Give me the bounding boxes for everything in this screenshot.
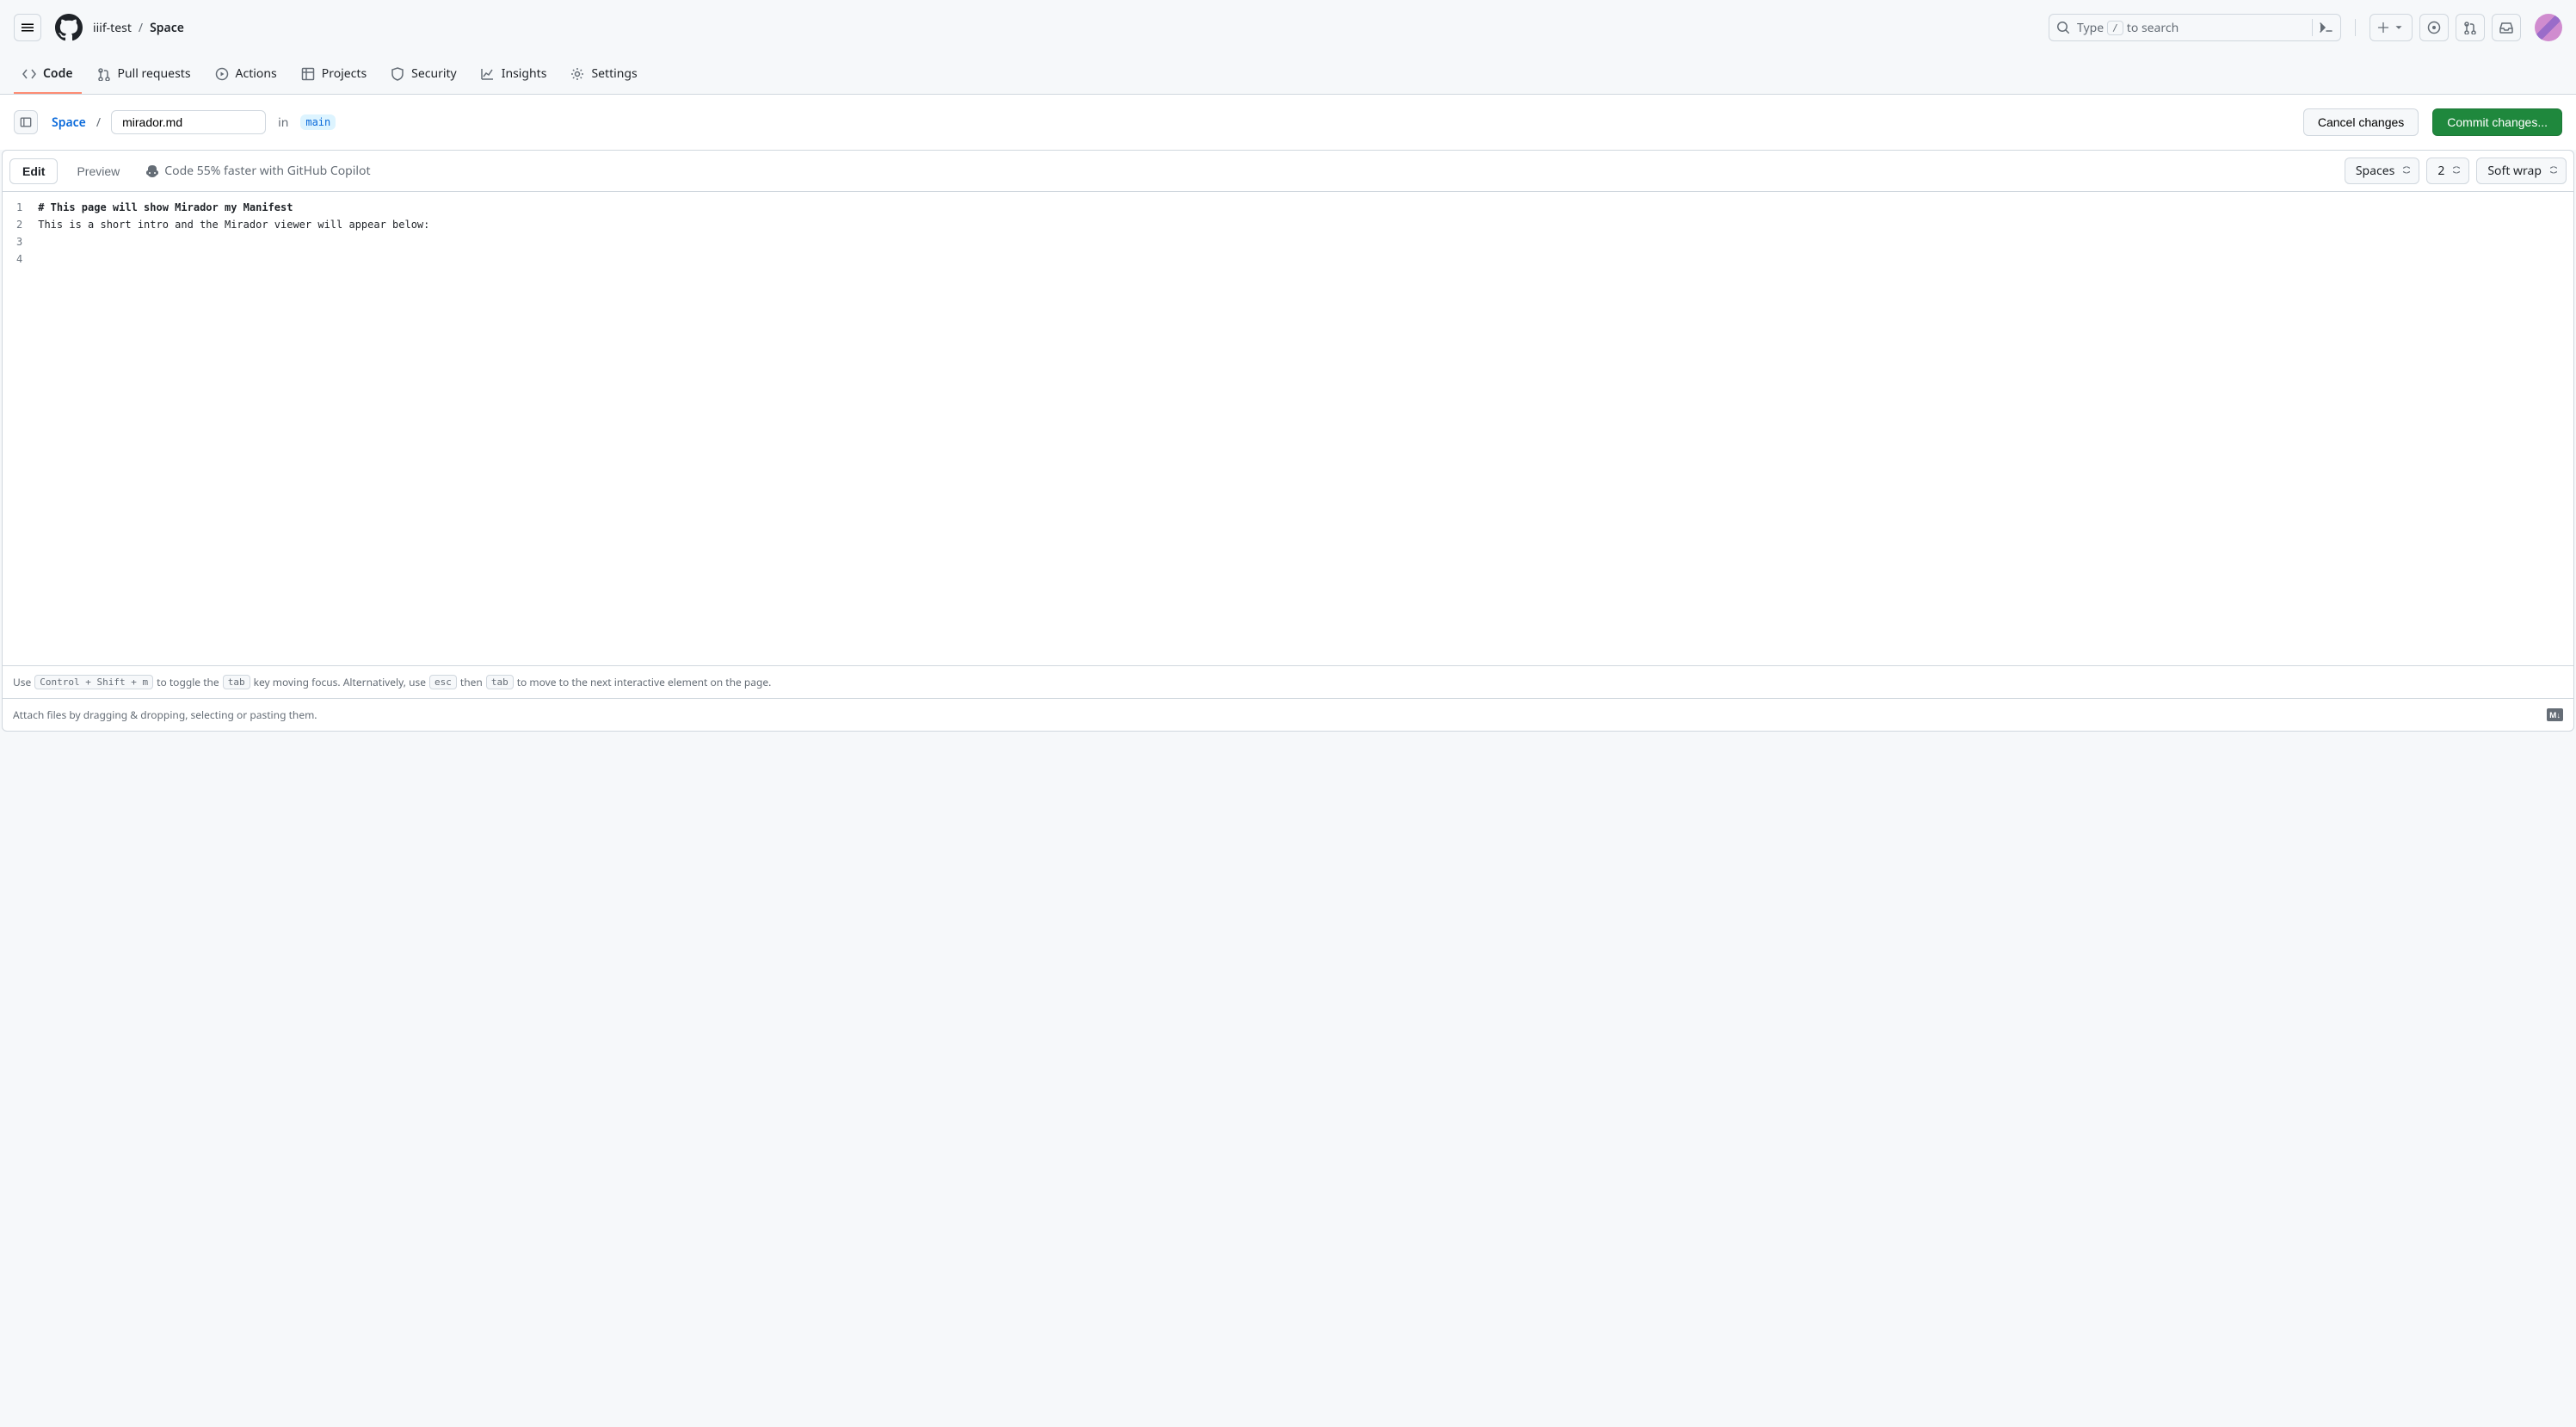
- search-placeholder: Type / to search: [2077, 20, 2179, 36]
- nav-pull-label: Pull requests: [118, 65, 191, 82]
- breadcrumb: iiif-test / Space: [93, 20, 184, 36]
- line-number: 2: [16, 216, 22, 233]
- gear-icon: [570, 67, 584, 81]
- notifications-button[interactable]: [2492, 14, 2521, 41]
- line-number: 3: [16, 233, 22, 250]
- shield-icon: [391, 67, 404, 81]
- code-editor[interactable]: 1 2 3 4 # This page will show Mirador my…: [3, 192, 2573, 665]
- keyboard-hints: Use Control + Shift + m to toggle the ta…: [3, 665, 2573, 698]
- table-icon: [301, 67, 315, 81]
- editor-toolbar: Edit Preview Code 55% faster with GitHub…: [3, 151, 2573, 192]
- branch-badge[interactable]: main: [300, 114, 336, 130]
- nav-code[interactable]: Code: [14, 55, 82, 94]
- mark-github-icon: [55, 14, 83, 41]
- breadcrumb-repo-link[interactable]: Space: [150, 20, 184, 36]
- cancel-changes-button[interactable]: Cancel changes: [2303, 108, 2419, 136]
- three-bars-icon: [21, 21, 34, 34]
- play-icon: [215, 67, 229, 81]
- global-search[interactable]: Type / to search: [2049, 14, 2341, 41]
- command-palette-icon: [2320, 21, 2333, 34]
- attach-files-area[interactable]: Attach files by dragging & dropping, sel…: [3, 698, 2573, 731]
- tab-edit[interactable]: Edit: [9, 158, 58, 184]
- kbd-tab: tab: [486, 675, 514, 689]
- filename-input[interactable]: [111, 110, 266, 134]
- commit-changes-button[interactable]: Commit changes...: [2432, 108, 2562, 136]
- command-palette-button[interactable]: [2312, 19, 2333, 36]
- header-divider: [2355, 19, 2356, 36]
- breadcrumb-separator: /: [139, 20, 143, 36]
- kbd-tab: tab: [223, 675, 250, 689]
- nav-insights[interactable]: Insights: [472, 55, 556, 94]
- github-logo[interactable]: [55, 14, 83, 41]
- search-icon: [2056, 21, 2070, 34]
- copilot-hint-label: Code 55% faster with GitHub Copilot: [164, 163, 370, 179]
- nav-projects-label: Projects: [322, 65, 367, 82]
- code-content[interactable]: # This page will show Mirador my Manifes…: [38, 192, 2573, 665]
- line-number: 1: [16, 199, 22, 216]
- git-pull-request-icon: [2463, 21, 2477, 34]
- indent-size-select[interactable]: 2: [2426, 158, 2469, 184]
- nav-settings-label: Settings: [591, 65, 637, 82]
- nav-security[interactable]: Security: [382, 55, 465, 94]
- wrap-select[interactable]: Soft wrap: [2476, 158, 2567, 184]
- code-line: This is a short intro and the Mirador vi…: [38, 216, 2573, 233]
- copilot-hint[interactable]: Code 55% faster with GitHub Copilot: [145, 163, 370, 179]
- pull-requests-button[interactable]: [2456, 14, 2485, 41]
- path-separator: /: [96, 114, 101, 131]
- user-avatar[interactable]: [2535, 14, 2562, 41]
- git-pull-request-icon: [97, 67, 111, 81]
- nav-insights-label: Insights: [502, 65, 547, 82]
- markdown-icon[interactable]: M↓: [2547, 708, 2563, 721]
- nav-code-label: Code: [43, 65, 73, 82]
- file-path-header: Space / in main Cancel changes Commit ch…: [0, 95, 2576, 150]
- nav-actions-label: Actions: [236, 65, 277, 82]
- indent-mode-select[interactable]: Spaces: [2345, 158, 2419, 184]
- repo-nav: Code Pull requests Actions Projects Secu…: [0, 55, 2576, 95]
- sidebar-collapse-icon: [20, 116, 32, 128]
- nav-projects[interactable]: Projects: [293, 55, 375, 94]
- nav-security-label: Security: [411, 65, 457, 82]
- breadcrumb-owner-link[interactable]: iiif-test: [93, 20, 132, 36]
- plus-icon: [2377, 22, 2389, 34]
- side-panel-toggle[interactable]: [14, 110, 38, 134]
- nav-settings[interactable]: Settings: [562, 55, 645, 94]
- kbd-esc: esc: [429, 675, 457, 689]
- attach-text: Attach files by dragging & dropping, sel…: [13, 707, 317, 722]
- tab-preview[interactable]: Preview: [65, 159, 132, 183]
- nav-actions[interactable]: Actions: [206, 55, 286, 94]
- in-text: in: [278, 114, 288, 131]
- line-number: 4: [16, 250, 22, 268]
- global-header: iiif-test / Space Type / to search: [0, 0, 2576, 55]
- copilot-icon: [145, 164, 159, 178]
- create-new-button[interactable]: [2370, 14, 2413, 41]
- nav-pull-requests[interactable]: Pull requests: [89, 55, 200, 94]
- line-number-gutter: 1 2 3 4: [3, 192, 38, 665]
- issue-opened-icon: [2427, 21, 2441, 34]
- graph-icon: [481, 67, 495, 81]
- editor-container: Edit Preview Code 55% faster with GitHub…: [2, 150, 2574, 732]
- code-line: # This page will show Mirador my Manifes…: [38, 199, 2573, 216]
- code-icon: [22, 67, 36, 81]
- triangle-down-icon: [2393, 22, 2405, 34]
- repo-link[interactable]: Space: [52, 114, 86, 131]
- issues-button[interactable]: [2419, 14, 2449, 41]
- kbd-shortcut: Control + Shift + m: [34, 675, 153, 689]
- inbox-icon: [2499, 21, 2513, 34]
- hamburger-menu-button[interactable]: [14, 14, 41, 41]
